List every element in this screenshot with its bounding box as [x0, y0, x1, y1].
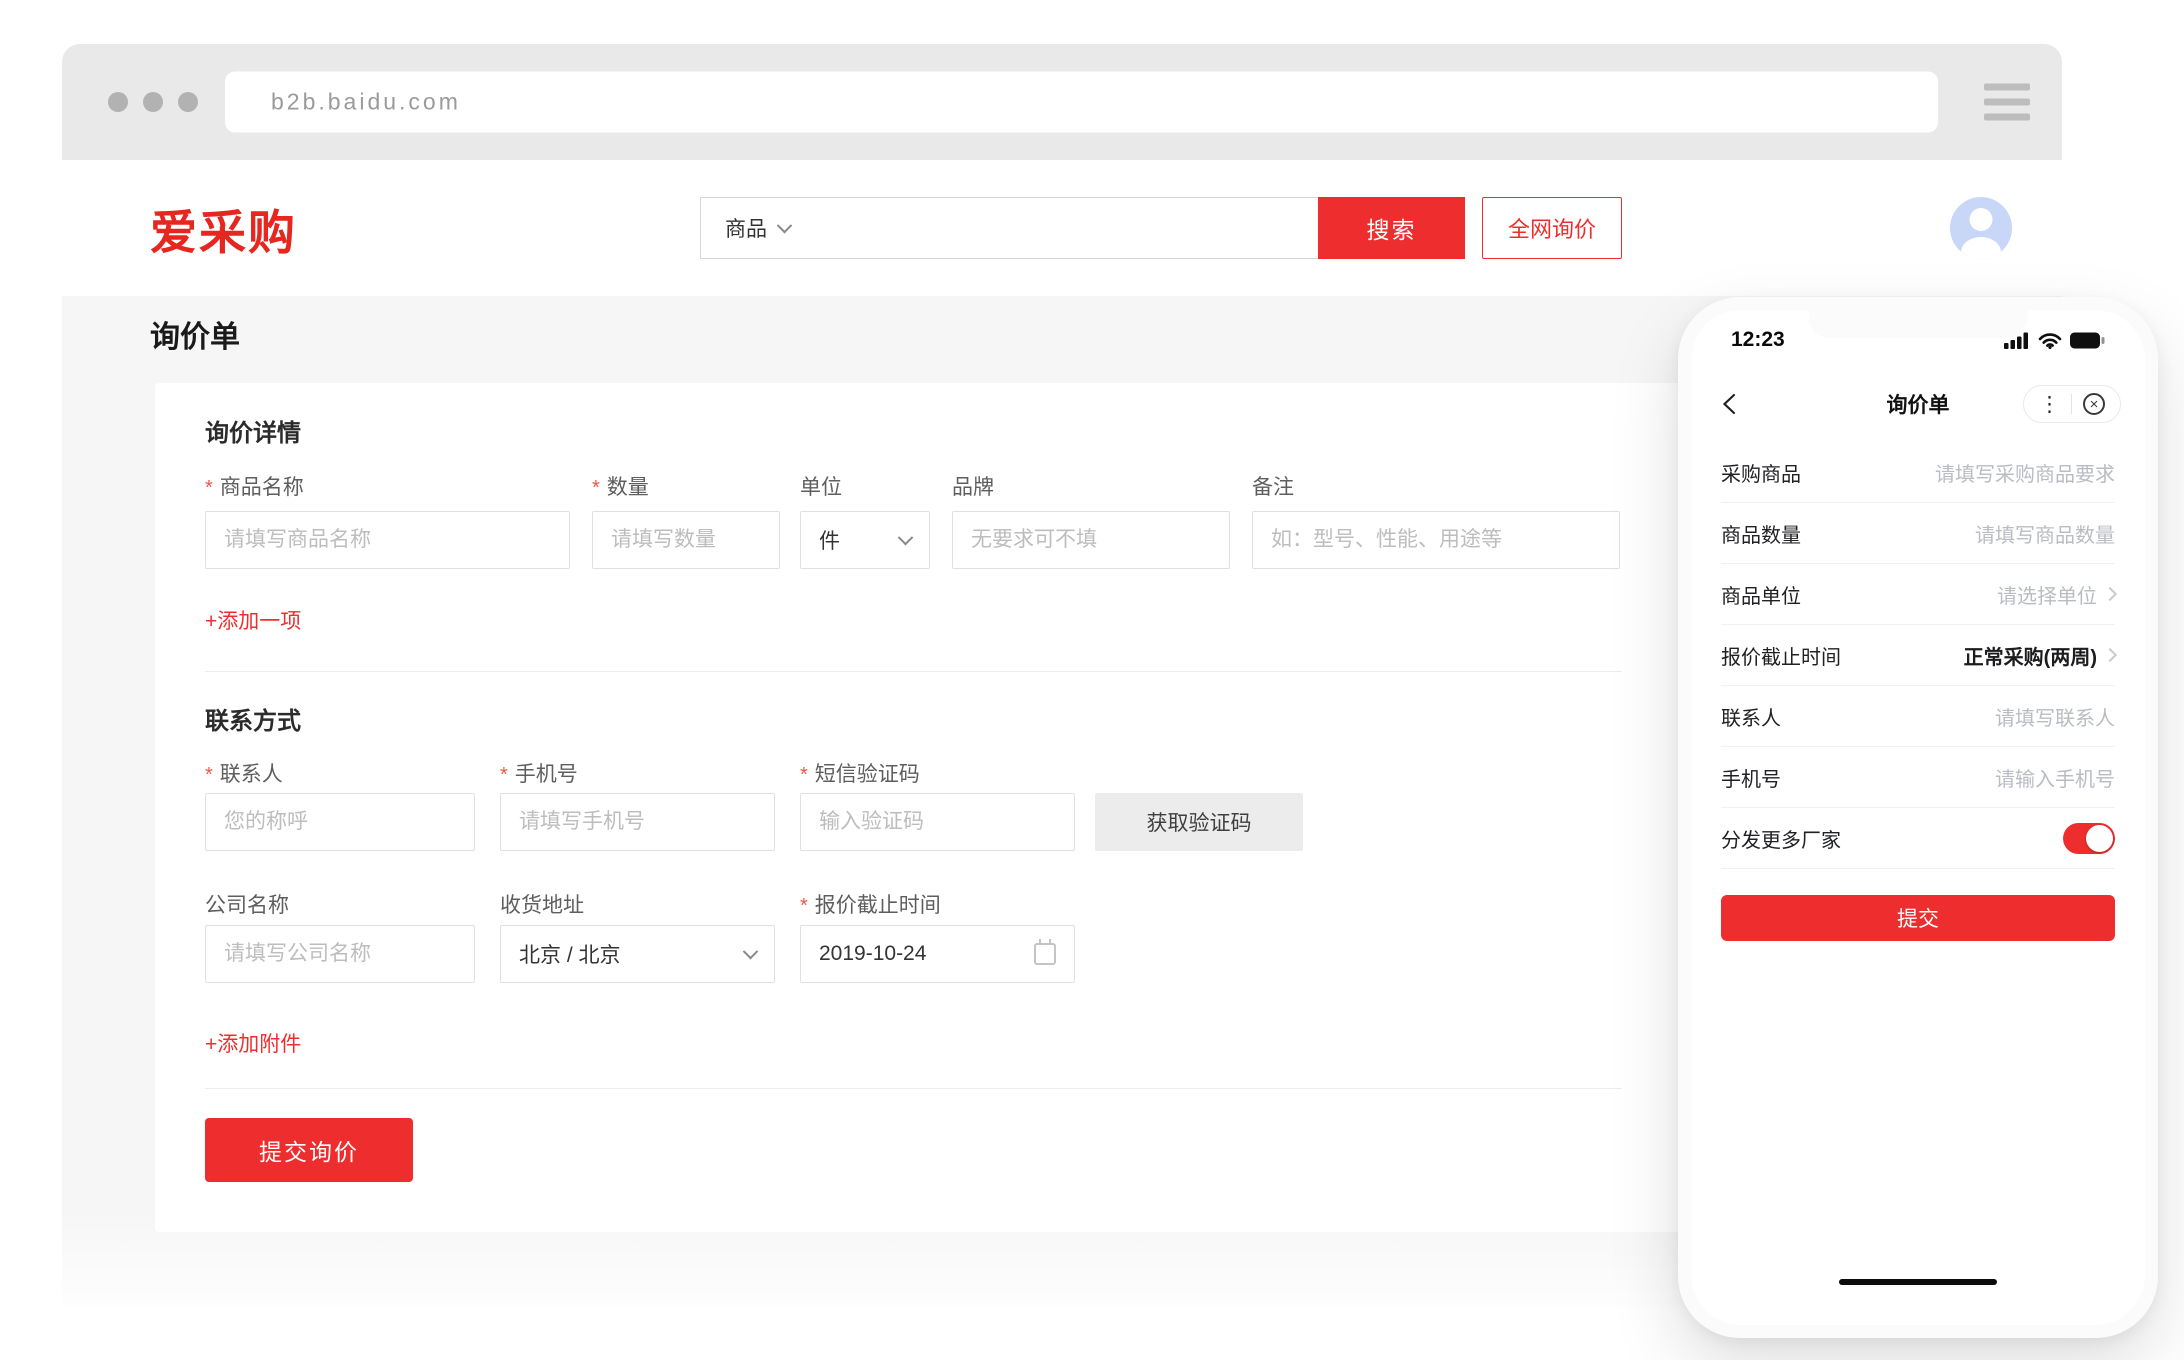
row-placeholder: 请填写商品数量 — [1975, 519, 2115, 548]
list-item-unit[interactable]: 商品单位 请选择单位 — [1721, 564, 2115, 625]
hamburger-menu-icon[interactable] — [1984, 84, 2030, 121]
address-bar[interactable]: b2b.baidu.com — [225, 72, 1938, 133]
list-item-product[interactable]: 采购商品 请填写采购商品要求 — [1721, 442, 2115, 503]
address-value: 北京 / 北京 — [519, 939, 621, 969]
status-icons — [2004, 332, 2105, 349]
chevron-down-icon — [743, 943, 759, 959]
address-select[interactable]: 北京 / 北京 — [500, 925, 775, 983]
field-label-address: 收货地址 — [500, 889, 584, 919]
unit-select[interactable]: 件 — [800, 511, 930, 569]
phone-mockup: 12:23 — [1678, 297, 2158, 1338]
field-label-phone: 手机号 — [500, 758, 578, 788]
search-category-label: 商品 — [725, 213, 767, 243]
wifi-icon — [2038, 332, 2062, 349]
toggle-knob — [2086, 825, 2113, 852]
field-label-company: 公司名称 — [205, 889, 289, 919]
row-placeholder: 请填写联系人 — [1995, 702, 2115, 731]
row-value: 正常采购(两周) — [1964, 641, 2097, 670]
company-input[interactable] — [205, 925, 475, 983]
list-item-phone[interactable]: 手机号 请输入手机号 — [1721, 747, 2115, 808]
row-value-with-chevron: 请选择单位 — [1997, 580, 2115, 609]
row-placeholder: 请输入手机号 — [1995, 763, 2115, 792]
calendar-icon — [1034, 943, 1056, 965]
browser-chrome: b2b.baidu.com — [62, 44, 2062, 160]
field-label-quantity: 数量 — [592, 471, 649, 501]
close-icon[interactable]: × — [2083, 393, 2105, 415]
battery-icon — [2070, 332, 2105, 349]
field-label-product-name: 商品名称 — [205, 471, 304, 501]
row-label: 分发更多厂家 — [1721, 824, 1841, 853]
status-time: 12:23 — [1731, 328, 1785, 352]
row-label: 商品数量 — [1721, 519, 1801, 548]
product-name-input[interactable] — [205, 511, 570, 569]
submit-inquiry-button[interactable]: 提交询价 — [205, 1118, 413, 1182]
inquiry-form-card: 询价详情 商品名称 数量 单位 品牌 备注 件 +添加一项 联系方式 联系人 手… — [155, 383, 1700, 1232]
url-text: b2b.baidu.com — [271, 89, 461, 116]
row-label: 采购商品 — [1721, 458, 1801, 487]
sms-code-input[interactable] — [800, 793, 1075, 851]
phone-screen: 12:23 — [1691, 310, 2145, 1325]
field-label-notes: 备注 — [1252, 471, 1294, 501]
contact-input[interactable] — [205, 793, 475, 851]
aicaigou-logo[interactable]: 爱采购 — [150, 194, 297, 263]
row-label: 联系人 — [1721, 702, 1781, 731]
list-item-deadline[interactable]: 报价截止时间 正常采购(两周) — [1721, 625, 2115, 686]
phone-form-list: 采购商品 请填写采购商品要求 商品数量 请填写商品数量 商品单位 请选择单位 报… — [1721, 442, 2115, 941]
add-item-link[interactable]: +添加一项 — [205, 605, 301, 635]
window-controls[interactable] — [108, 92, 198, 112]
search-button[interactable]: 搜索 — [1318, 197, 1465, 259]
quantity-input[interactable] — [592, 511, 780, 569]
capsule-divider — [2071, 394, 2072, 414]
distribute-toggle[interactable] — [2063, 823, 2115, 854]
field-label-contact: 联系人 — [205, 758, 283, 788]
section-divider — [205, 671, 1622, 672]
add-attachment-link[interactable]: +添加附件 — [205, 1028, 301, 1058]
row-value-with-chevron: 正常采购(两周) — [1964, 641, 2115, 670]
list-item-quantity[interactable]: 商品数量 请填写商品数量 — [1721, 503, 2115, 564]
site-header: 爱采购 商品 搜索 全网询价 — [62, 160, 2062, 296]
row-label: 报价截止时间 — [1721, 641, 1841, 670]
deadline-date-picker[interactable]: 2019-10-24 — [800, 925, 1075, 983]
row-placeholder: 请选择单位 — [1997, 580, 2097, 609]
miniprogram-capsule: ⋮ × — [2023, 385, 2121, 423]
row-label: 商品单位 — [1721, 580, 1801, 609]
user-avatar[interactable] — [1950, 197, 2012, 259]
phone-status-bar: 12:23 — [1691, 328, 2145, 352]
global-inquiry-button[interactable]: 全网询价 — [1482, 197, 1622, 259]
home-indicator — [1839, 1279, 1997, 1285]
field-label-brand: 品牌 — [952, 471, 994, 501]
unit-value: 件 — [819, 525, 840, 555]
brand-input[interactable] — [952, 511, 1230, 569]
row-label: 手机号 — [1721, 763, 1781, 792]
deadline-value: 2019-10-24 — [819, 942, 926, 966]
phone-input[interactable] — [500, 793, 775, 851]
get-code-button[interactable]: 获取验证码 — [1095, 793, 1303, 851]
list-item-distribute-toggle: 分发更多厂家 — [1721, 808, 2115, 869]
section-title-contact: 联系方式 — [205, 701, 301, 736]
more-icon[interactable]: ⋮ — [2039, 394, 2060, 415]
signal-icon — [2004, 332, 2030, 349]
chevron-right-icon — [2103, 587, 2117, 601]
field-label-unit: 单位 — [800, 471, 842, 501]
phone-submit-button[interactable]: 提交 — [1721, 895, 2115, 941]
row-placeholder: 请填写采购商品要求 — [1935, 458, 2115, 487]
chevron-down-icon — [777, 217, 793, 233]
search-category-dropdown[interactable]: 商品 — [701, 213, 806, 243]
section-title-detail: 询价详情 — [205, 413, 301, 448]
search-box: 商品 搜索 — [700, 197, 1465, 259]
chevron-right-icon — [2103, 648, 2117, 662]
page-title: 询价单 — [150, 312, 240, 356]
field-label-sms-code: 短信验证码 — [800, 758, 920, 788]
section-divider — [205, 1088, 1622, 1089]
notes-input[interactable] — [1252, 511, 1620, 569]
field-label-deadline: 报价截止时间 — [800, 889, 941, 919]
phone-nav-bar: 询价单 ⋮ × — [1691, 380, 2145, 428]
chevron-down-icon — [898, 529, 914, 545]
list-item-contact[interactable]: 联系人 请填写联系人 — [1721, 686, 2115, 747]
back-icon[interactable] — [1719, 392, 1741, 416]
